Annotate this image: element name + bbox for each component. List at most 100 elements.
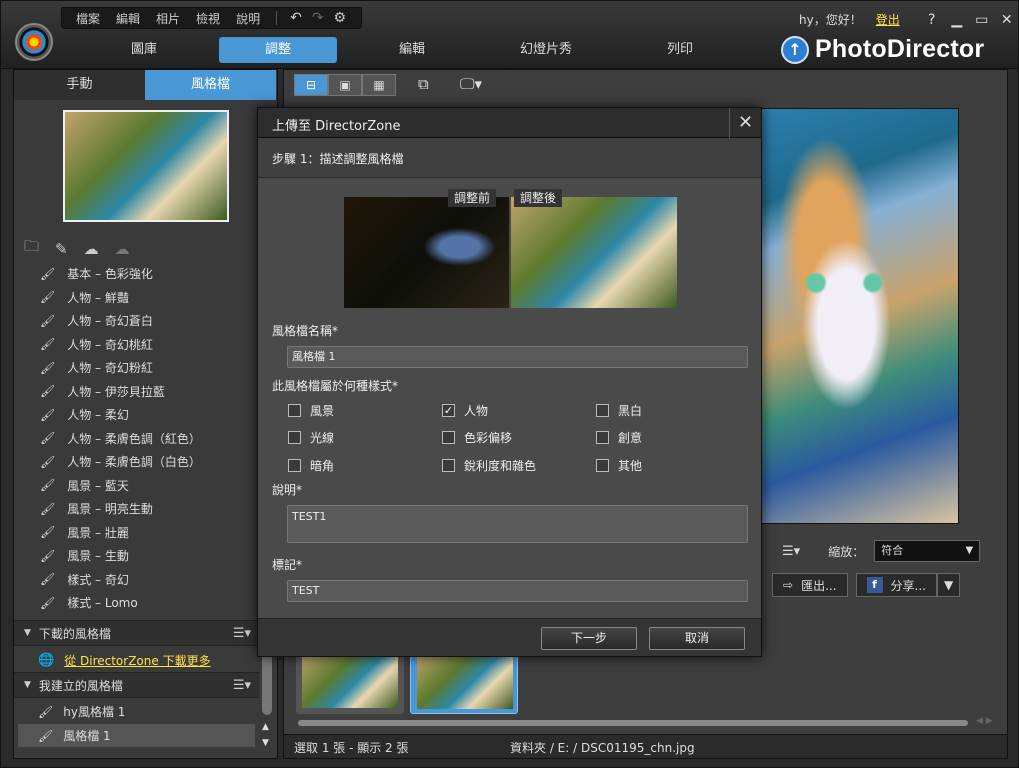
checkbox-lighting[interactable]: 光線 — [288, 429, 334, 446]
tab-manual[interactable]: 手動 — [14, 70, 145, 100]
downloaded-presets-header[interactable]: ▼ 下載的風格檔 ☰▾ — [14, 620, 259, 646]
new-preset-icon[interactable]: ✎ — [55, 240, 68, 258]
list-item[interactable]: 🖌 人物 – 鮮豔 — [14, 286, 259, 310]
left-panel: 手動 風格檔 🗀 ✎ ☁ ☁ 🖌 基本 – 色彩強化 🖌 人物 – 鮮豔 🖌 人物 –… — [13, 69, 278, 759]
close-icon[interactable]: ✕ — [729, 108, 761, 138]
checkbox-label: 黑白 — [618, 404, 643, 418]
filmstrip — [294, 648, 994, 718]
list-item[interactable]: 🖌 人物 – 奇幻蒼白 — [14, 309, 259, 333]
list-item[interactable]: 🖌 風格檔 1 — [18, 724, 255, 747]
checkbox-box[interactable] — [596, 431, 609, 444]
list-item[interactable]: 🖌 人物 – 奇幻桃紅 — [14, 333, 259, 357]
tag-field[interactable]: TEST — [287, 580, 748, 602]
checkbox-creative[interactable]: 創意 — [596, 429, 642, 446]
tab-print[interactable]: 列印 — [621, 37, 739, 63]
film-slot[interactable] — [296, 650, 404, 714]
help-button[interactable]: ? — [921, 12, 943, 28]
checkmark-icon[interactable]: ✓ — [442, 404, 455, 417]
description-field[interactable]: TEST1 — [287, 505, 748, 543]
directorzone-link[interactable]: 從 DirectorZone 下載更多 — [64, 652, 210, 669]
list-item[interactable]: 🖌 風景 – 明亮生動 — [14, 497, 259, 521]
list-item[interactable]: 🖌 風景 – 藍天 — [14, 474, 259, 498]
list-item[interactable]: 🖌 人物 – 柔幻 — [14, 403, 259, 427]
tab-edit[interactable]: 編輯 — [353, 37, 471, 63]
compare-view-icon[interactable]: ⊟ — [294, 74, 328, 96]
brush-icon: 🖌 — [40, 337, 56, 352]
menu-photo[interactable]: 相片 — [148, 10, 188, 27]
checkbox-box[interactable] — [596, 459, 609, 472]
share-label: 分享... — [890, 578, 926, 593]
checkbox-label: 創意 — [618, 431, 643, 445]
menu-edit[interactable]: 編輯 — [108, 10, 148, 27]
checkbox-landscape[interactable]: 風景 — [288, 402, 334, 419]
redo-icon[interactable]: ↷ — [307, 10, 329, 26]
list-options-icon[interactable]: ☰▾ — [782, 544, 800, 559]
horizontal-scrollbar[interactable] — [298, 720, 968, 726]
preset-label: 人物 – 柔膚色調（白色） — [67, 455, 201, 470]
tab-slideshow[interactable]: 幻燈片秀 — [487, 37, 605, 63]
tab-presets[interactable]: 風格檔 — [145, 70, 276, 100]
checkbox-box[interactable] — [288, 459, 301, 472]
gear-icon[interactable]: ⚙ — [329, 10, 352, 26]
scroll-down-icon[interactable]: ▼ — [262, 738, 269, 748]
list-item[interactable]: 🖌 hy風格檔 1 — [18, 700, 255, 723]
preset-label: 人物 – 奇幻桃紅 — [67, 337, 153, 352]
list-item[interactable]: 🖌 人物 – 柔膚色調（白色） — [14, 450, 259, 474]
tab-library[interactable]: 圖庫 — [85, 37, 203, 63]
scroll-arrows-icon[interactable]: ◀ ▶ — [976, 716, 993, 726]
checkbox-people[interactable]: ✓ 人物 — [442, 402, 488, 419]
cancel-button[interactable]: 取消 — [649, 627, 745, 650]
menu-view[interactable]: 檢視 — [188, 10, 228, 27]
rotate-view-icon[interactable]: ⧉ — [418, 75, 429, 93]
checkbox-box[interactable] — [442, 431, 455, 444]
undo-icon[interactable]: ↶ — [285, 10, 307, 26]
menu-file[interactable]: 檔案 — [68, 10, 108, 27]
preset-label: 人物 – 柔幻 — [67, 408, 129, 423]
checkbox-box[interactable] — [442, 459, 455, 472]
menu-help[interactable]: 說明 — [228, 10, 268, 27]
single-view-icon[interactable]: ▣ — [328, 74, 362, 96]
checkbox-box[interactable] — [596, 404, 609, 417]
checkbox-box[interactable] — [288, 404, 301, 417]
list-item[interactable]: 🖌 人物 – 伊莎貝拉藍 — [14, 380, 259, 404]
upload-preset-icon[interactable]: ☁ — [84, 240, 99, 258]
folder-path: 資料夾 / E: / DSC01195_chn.jpg — [510, 741, 695, 755]
list-item[interactable]: 🖌 風景 – 壯麗 — [14, 521, 259, 545]
list-item[interactable]: 🖌 樣式 – 奇幻 — [14, 568, 259, 592]
grid-view-icon[interactable]: ▦ — [362, 74, 396, 96]
download-preset-icon[interactable]: ☁ — [115, 240, 130, 258]
minimize-button[interactable]: ▁ — [946, 12, 968, 28]
list-menu-icon[interactable]: ☰▾ — [233, 678, 251, 693]
list-item[interactable]: 🖌 基本 – 色彩強化 — [14, 262, 259, 286]
zoom-value: 符合 — [881, 544, 904, 557]
app-logo-icon[interactable] — [15, 23, 53, 61]
scroll-up-icon[interactable]: ▲ — [262, 722, 269, 732]
list-item[interactable]: 🖌 人物 – 柔膚色調（紅色） — [14, 427, 259, 451]
list-item[interactable]: 🖌 風景 – 生動 — [14, 544, 259, 568]
list-menu-icon[interactable]: ☰▾ — [233, 626, 251, 641]
checkbox-other[interactable]: 其他 — [596, 457, 642, 474]
checkbox-color-shift[interactable]: 色彩偏移 — [442, 429, 512, 446]
tab-adjust[interactable]: 調整 — [219, 37, 337, 63]
my-presets-header[interactable]: ▼ 我建立的風格檔 ☰▾ — [14, 672, 259, 698]
dialog-title-bar: 上傳至 DirectorZone ✕ — [258, 108, 761, 138]
share-dropdown-button[interactable]: ▼ — [936, 573, 961, 597]
export-button[interactable]: ⇨ 匯出... — [772, 573, 848, 597]
list-item[interactable]: 🖌 樣式 – Lomo — [14, 591, 259, 615]
checkbox-sharpness-noise[interactable]: 銳利度和雜色 — [442, 457, 536, 474]
maximize-button[interactable]: ▭ — [971, 12, 993, 28]
monitor-icon[interactable]: 🖵▾ — [460, 75, 482, 93]
close-window-button[interactable]: ✕ — [996, 12, 1018, 28]
checkbox-vignette[interactable]: 暗角 — [288, 457, 334, 474]
main-photo — [754, 108, 959, 524]
share-button[interactable]: f 分享... — [855, 573, 937, 597]
import-preset-icon[interactable]: 🗀 — [24, 236, 39, 261]
next-button[interactable]: 下一步 — [541, 627, 637, 650]
zoom-select[interactable]: 符合 ▼ — [874, 540, 981, 562]
list-item[interactable]: 🖌 人物 – 奇幻粉紅 — [14, 356, 259, 380]
checkbox-bw[interactable]: 黑白 — [596, 402, 642, 419]
checkbox-box[interactable] — [288, 431, 301, 444]
film-slot[interactable] — [410, 650, 518, 714]
logout-link[interactable]: 登出 — [876, 11, 900, 28]
preset-name-field[interactable]: 風格檔 1 — [287, 346, 748, 368]
